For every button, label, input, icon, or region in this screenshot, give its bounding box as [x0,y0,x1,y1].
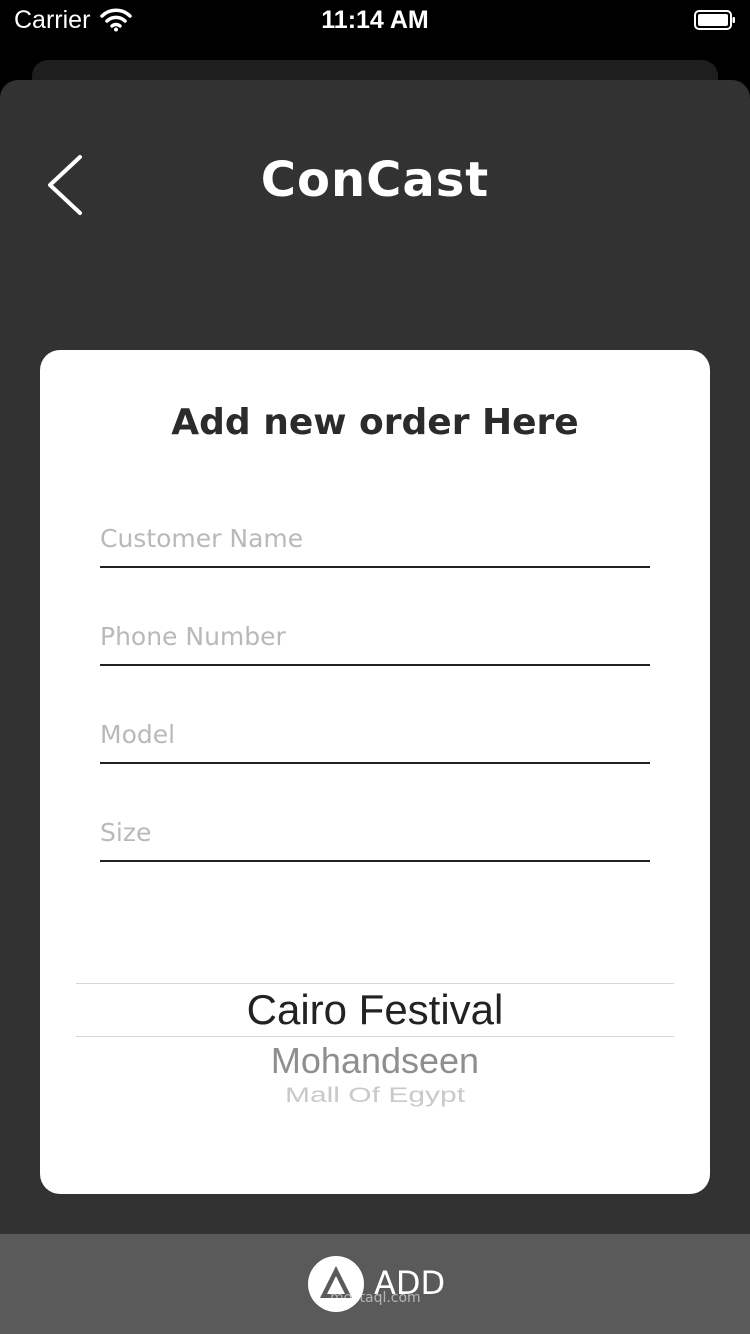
picker-divider-bottom [76,1036,674,1037]
picker-divider-top [76,983,674,984]
add-button[interactable]: ADD mostaql.com [0,1234,750,1334]
picker-option[interactable]: Mohandseen [76,1040,674,1082]
size-input[interactable] [100,804,650,862]
picker-option[interactable]: Mall Of Egypt [76,1084,674,1108]
picker-option-selected[interactable]: Cairo Festival [76,986,674,1034]
bottom-bar: ADD mostaql.com [0,1234,750,1334]
status-time: 11:14 AM [321,6,429,34]
page-title: ConCast [260,152,490,208]
model-input[interactable] [100,706,650,764]
customer-name-input[interactable] [100,510,650,568]
phone-number-input[interactable] [100,608,650,666]
watermark-text: mostaql.com [330,1290,421,1306]
form-title: Add new order Here [171,402,579,443]
status-bar: Carrier 11:14 AM [0,0,750,42]
battery-icon [694,10,735,30]
branch-picker[interactable]: Cairo Festival Mohandseen Mall Of Egypt [76,960,674,1120]
